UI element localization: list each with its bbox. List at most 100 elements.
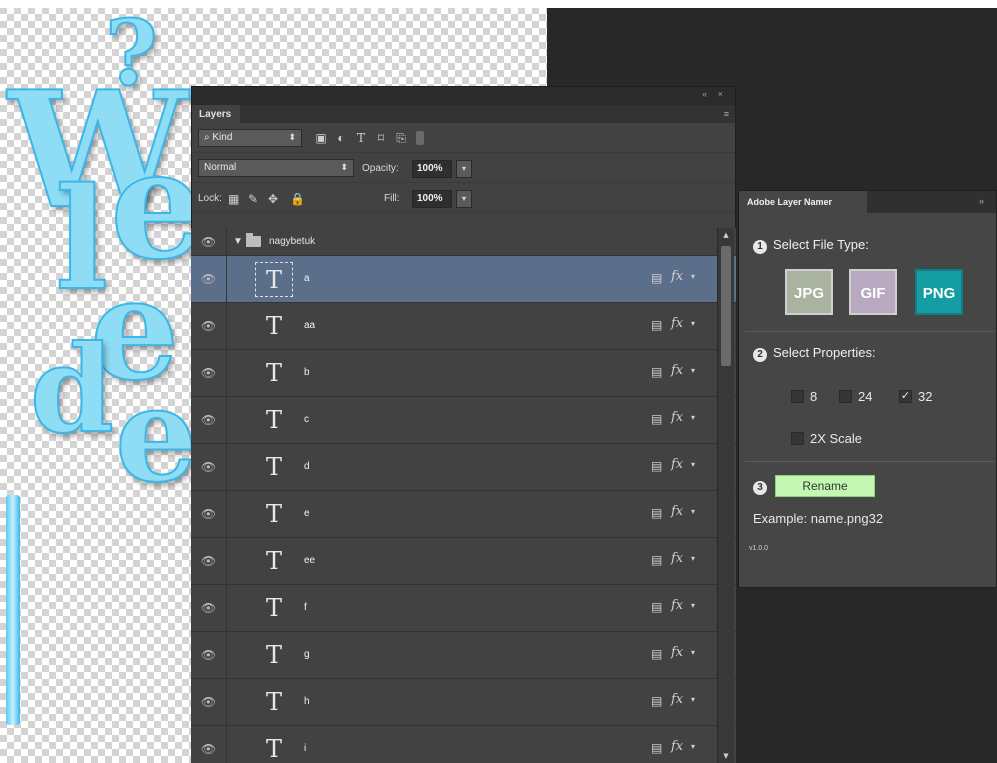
file-type-jpg-button[interactable]: JPG <box>785 269 833 315</box>
layers-scrollbar[interactable]: ▲ ▼ <box>717 228 734 763</box>
tab-adobe-layer-namer[interactable]: Adobe Layer Namer <box>739 191 867 213</box>
checkbox-box[interactable] <box>839 390 852 404</box>
scroll-down-arrow-icon[interactable]: ▼ <box>718 749 734 763</box>
visibility-eye-icon[interactable]: 👁 <box>191 397 227 443</box>
lock-pixels-icon[interactable]: ✎ <box>248 192 258 206</box>
fx-expand-arrow-icon[interactable]: ▾ <box>691 366 695 375</box>
visibility-eye-icon[interactable]: 👁 <box>191 491 227 537</box>
layer-row[interactable]: 👁 Th ▤ fx ▾ <box>191 679 736 726</box>
visibility-eye-icon[interactable]: 👁 <box>191 350 227 396</box>
layer-row[interactable]: 👁 Td ▤ fx ▾ <box>191 444 736 491</box>
fx-icon[interactable]: fx <box>671 363 683 378</box>
file-type-png-button[interactable]: PNG <box>915 269 963 315</box>
fill-slider-button[interactable]: ▾ <box>456 190 472 208</box>
chevron-updown-icon: ⬍ <box>340 162 348 172</box>
chevron-updown-icon: ⬍ <box>288 132 296 142</box>
layer-name: i <box>304 743 307 754</box>
visibility-eye-icon[interactable]: 👁 <box>191 444 227 490</box>
fx-icon[interactable]: fx <box>671 457 683 472</box>
scroll-thumb[interactable] <box>721 246 731 366</box>
fx-icon[interactable]: fx <box>671 504 683 519</box>
step-number-badge: 2 <box>753 348 767 362</box>
fx-icon[interactable]: fx <box>671 551 683 566</box>
fill-input[interactable]: 100% <box>412 190 452 208</box>
expand-arrow-icon[interactable]: ▼ <box>233 236 243 247</box>
fx-icon[interactable]: fx <box>671 739 683 754</box>
property-32-checkbox[interactable]: ✓ 32 <box>899 389 932 404</box>
fx-icon[interactable]: fx <box>671 645 683 660</box>
canvas-glyph-e3: e <box>114 358 199 511</box>
layer-row[interactable]: 👁 Tf ▤ fx ▾ <box>191 585 736 632</box>
opacity-label: Opacity: <box>362 163 399 174</box>
lock-all-icon[interactable]: 🔒 <box>290 192 305 206</box>
lock-position-icon[interactable]: ✥ <box>268 192 278 206</box>
visibility-eye-icon[interactable]: 👁 <box>191 303 227 349</box>
fx-expand-arrow-icon[interactable]: ▾ <box>691 695 695 704</box>
layers-panel-titlebar[interactable]: « × <box>192 87 735 105</box>
fx-expand-arrow-icon[interactable]: ▾ <box>691 554 695 563</box>
step-3-heading: 3 <box>753 478 773 495</box>
layer-row[interactable]: 👁 Tee ▤ fx ▾ <box>191 538 736 585</box>
panel-window-controls[interactable]: « × <box>702 89 727 99</box>
layer-row[interactable]: 👁 Tc ▤ fx ▾ <box>191 397 736 444</box>
fx-expand-arrow-icon[interactable]: ▾ <box>691 507 695 516</box>
checkmark-icon[interactable]: ✓ <box>899 390 912 404</box>
collapse-panel-icon[interactable]: » <box>979 196 984 206</box>
layer-link-icon: ▤ <box>651 412 663 426</box>
layer-link-icon: ▤ <box>651 506 663 520</box>
adjustment-filter-icon[interactable]: ◐ <box>334 131 348 145</box>
type-filter-icon[interactable]: T <box>354 131 368 145</box>
checkbox-box[interactable] <box>791 390 804 404</box>
scale-2x-checkbox[interactable]: 2X Scale <box>791 431 862 446</box>
layer-row[interactable]: 👁 Taa ▤ fx ▾ <box>191 303 736 350</box>
layer-row[interactable]: 👁 Ti ▤ fx ▾ <box>191 726 736 763</box>
layer-group-row[interactable]: 👁 ▼ nagybetuk <box>191 228 736 256</box>
visibility-eye-icon[interactable]: 👁 <box>191 256 227 302</box>
fx-icon[interactable]: fx <box>671 316 683 331</box>
fx-icon[interactable]: fx <box>671 410 683 425</box>
checkbox-box[interactable] <box>791 432 804 446</box>
property-8-label: 8 <box>810 389 818 404</box>
step-1-heading: 1 Select File Type: <box>753 237 869 254</box>
fx-expand-arrow-icon[interactable]: ▾ <box>691 272 695 281</box>
filter-kind-dropdown[interactable]: ⌕ Kind ⬍ <box>198 129 302 147</box>
filter-toggle-icon[interactable] <box>416 131 424 145</box>
fx-icon[interactable]: fx <box>671 692 683 707</box>
file-type-gif-button[interactable]: GIF <box>849 269 897 315</box>
layer-row[interactable]: 👁 Ta ▤ fx ▾ <box>191 256 736 303</box>
fx-expand-arrow-icon[interactable]: ▾ <box>691 319 695 328</box>
visibility-eye-icon[interactable]: 👁 <box>191 726 227 763</box>
opacity-input[interactable]: 100% <box>412 160 452 178</box>
blend-mode-dropdown[interactable]: Normal ⬍ <box>198 159 354 177</box>
type-layer-thumbnail: T <box>265 735 282 763</box>
layer-row[interactable]: 👁 Tb ▤ fx ▾ <box>191 350 736 397</box>
visibility-eye-icon[interactable]: 👁 <box>191 538 227 584</box>
opacity-slider-button[interactable]: ▾ <box>456 160 472 178</box>
visibility-eye-icon[interactable]: 👁 <box>191 228 227 255</box>
fx-expand-arrow-icon[interactable]: ▾ <box>691 601 695 610</box>
panel-menu-icon[interactable]: ≡ <box>724 109 729 119</box>
visibility-eye-icon[interactable]: 👁 <box>191 632 227 678</box>
pixel-filter-icon[interactable]: ▣ <box>314 131 328 145</box>
shape-filter-icon[interactable]: ⌑ <box>374 131 388 145</box>
smartobject-filter-icon[interactable]: ⎘ <box>394 131 408 145</box>
rename-button[interactable]: Rename <box>775 475 875 497</box>
visibility-eye-icon[interactable]: 👁 <box>191 679 227 725</box>
fx-expand-arrow-icon[interactable]: ▾ <box>691 413 695 422</box>
layer-row[interactable]: 👁 Te ▤ fx ▾ <box>191 491 736 538</box>
scroll-up-arrow-icon[interactable]: ▲ <box>718 228 734 242</box>
property-24-checkbox[interactable]: 24 <box>839 389 872 404</box>
fx-icon[interactable]: fx <box>671 269 683 284</box>
fx-expand-arrow-icon[interactable]: ▾ <box>691 648 695 657</box>
group-name: nagybetuk <box>269 236 316 247</box>
layer-row[interactable]: 👁 Tg ▤ fx ▾ <box>191 632 736 679</box>
layer-name: h <box>304 696 310 707</box>
fx-expand-arrow-icon[interactable]: ▾ <box>691 460 695 469</box>
lock-transparency-icon[interactable]: ▦ <box>228 192 239 206</box>
property-8-checkbox[interactable]: 8 <box>791 389 817 404</box>
visibility-eye-icon[interactable]: 👁 <box>191 585 227 631</box>
fx-icon[interactable]: fx <box>671 598 683 613</box>
tab-layers[interactable]: Layers <box>192 105 240 123</box>
fx-expand-arrow-icon[interactable]: ▾ <box>691 742 695 751</box>
version-label: v1.0.0 <box>749 545 769 552</box>
